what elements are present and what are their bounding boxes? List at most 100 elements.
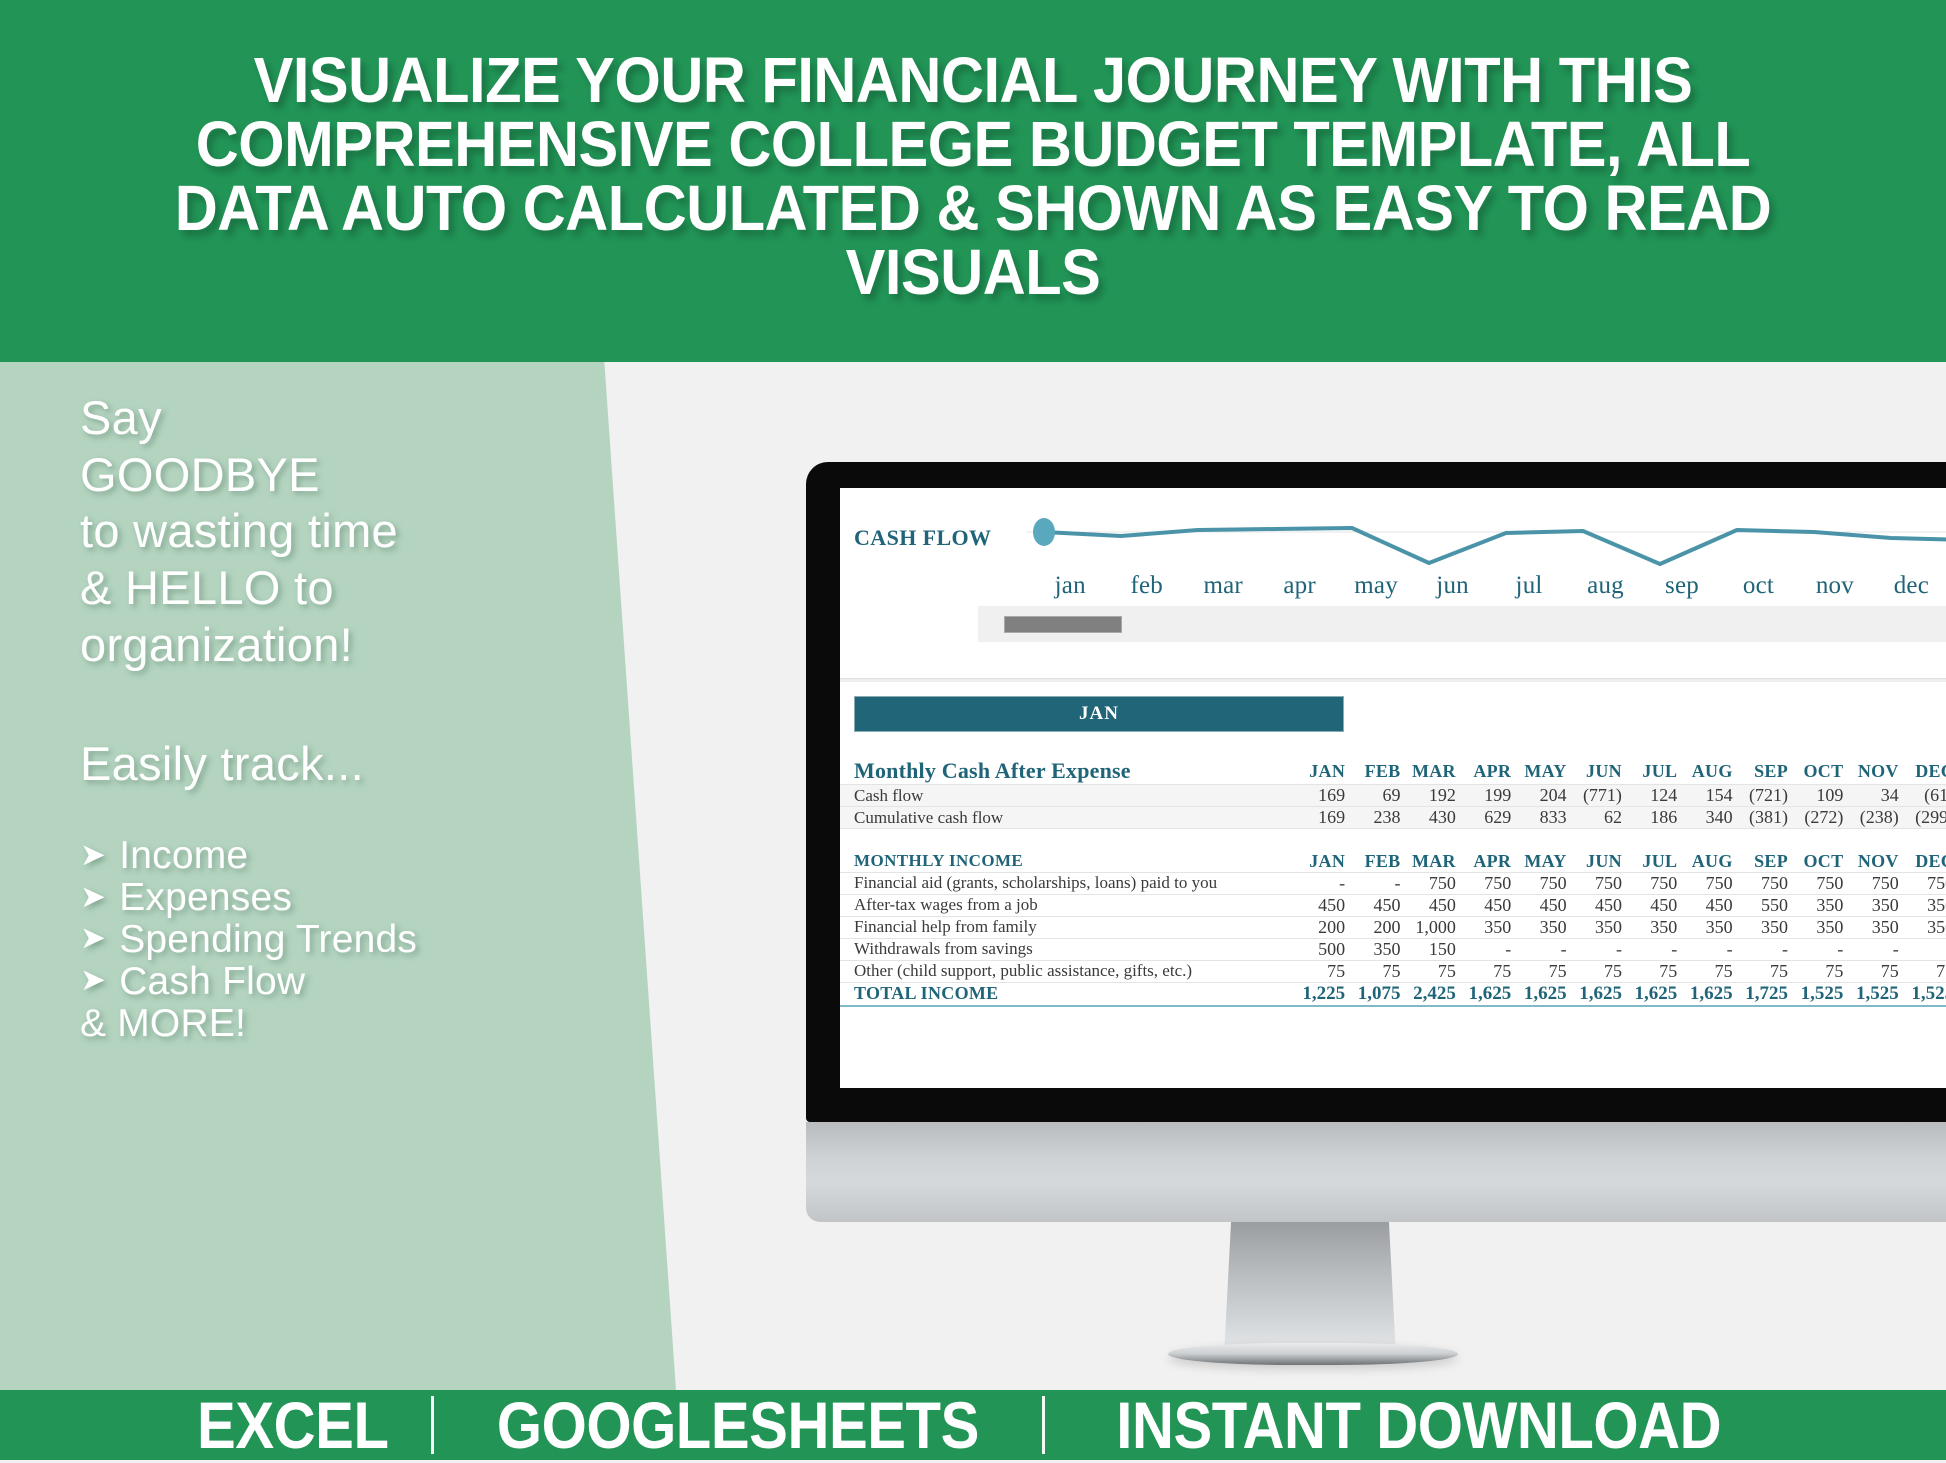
cell: (381) — [1740, 806, 1797, 829]
axis-tick: aug — [1587, 572, 1624, 599]
row-label: Cumulative cash flow — [840, 806, 1298, 829]
cell: 450 — [1574, 893, 1630, 917]
cell: 500 — [1297, 937, 1354, 961]
cell: (299) — [1906, 806, 1946, 829]
headline-line-2: GOODBYE — [80, 447, 320, 501]
table-row: Financial help from family 200 200 1,000… — [840, 915, 1946, 939]
monitor-bezel: CASH FLOW jan feb mar apr may jun jul au… — [806, 462, 1946, 1122]
row-label: Financial help from family — [840, 915, 1298, 939]
cell: - — [1685, 937, 1741, 961]
column-header: JUL — [1642, 850, 1678, 871]
cell: 350 — [1463, 915, 1520, 939]
cell: 1,075 — [1353, 981, 1409, 1007]
column-header: AUG — [1691, 760, 1733, 781]
cell: 750 — [1851, 871, 1907, 895]
cell: 1,525 — [1851, 981, 1907, 1007]
cell: 192 — [1408, 784, 1464, 807]
table-row: After-tax wages from a job 450 450 450 4… — [840, 893, 1946, 917]
monitor-stand-neck — [1224, 1204, 1396, 1356]
cell: 450 — [1519, 893, 1575, 917]
axis-tick: jun — [1436, 572, 1469, 599]
axis-tick: dec — [1893, 572, 1930, 599]
cell: (721) — [1740, 784, 1797, 807]
column-header: OCT — [1803, 850, 1844, 871]
cell: 450 — [1408, 893, 1464, 917]
cash-flow-sparkline: jan feb mar apr may jun jul aug sep oct … — [1026, 506, 1946, 606]
column-header: SEP — [1754, 760, 1789, 781]
cell: 350 — [1906, 915, 1946, 939]
column-header: JAN — [1309, 850, 1346, 871]
column-header: JUN — [1586, 850, 1622, 871]
cell: 750 — [1463, 871, 1520, 895]
cell: 75 — [1906, 959, 1946, 983]
cell: 62 — [1574, 806, 1630, 829]
row-label: After-tax wages from a job — [840, 893, 1298, 917]
axis-tick: mar — [1203, 572, 1243, 599]
table-row: Cash flow 169 69 192 199 204 (771) 124 1… — [840, 784, 1946, 807]
column-header: MAR — [1411, 760, 1456, 781]
cell: 629 — [1463, 806, 1520, 829]
cell: 1,525 — [1796, 981, 1852, 1007]
bottom-banner: EXCEL GOOGLESHEETS INSTANT DOWNLOAD — [0, 1388, 1946, 1462]
arrow-bullet-icon: ➤ — [80, 962, 107, 998]
cash-flow-chart-block: CASH FLOW jan feb mar apr may jun jul au… — [840, 488, 1946, 606]
scrollbar-thumb[interactable] — [1004, 615, 1122, 633]
arrow-bullet-icon: ➤ — [80, 878, 107, 914]
cell: 1,625 — [1629, 981, 1686, 1007]
cell: 75 — [1851, 959, 1907, 983]
cell: 75 — [1408, 959, 1464, 983]
section-title: Monthly Cash After Expense — [854, 758, 1131, 783]
monitor-stand-base — [1168, 1343, 1458, 1365]
row-label: Financial aid (grants, scholarships, loa… — [840, 871, 1298, 895]
headline-line-3: to wasting time — [80, 504, 398, 558]
instant-download-label: INSTANT DOWNLOAD — [1116, 1388, 1722, 1462]
cell: 350 — [1796, 893, 1852, 917]
cell: 1,225 — [1297, 981, 1354, 1007]
cell: - — [1740, 937, 1797, 961]
cell: 1,000 — [1408, 915, 1464, 939]
horizontal-scrollbar[interactable] — [978, 606, 1946, 642]
cell: (61) — [1906, 784, 1946, 807]
list-item-label: Cash Flow — [119, 959, 306, 1003]
list-item-label: Spending Trends — [119, 917, 418, 961]
cell: 1,625 — [1685, 981, 1741, 1007]
cell: 200 — [1353, 915, 1409, 939]
cell: 34 — [1851, 784, 1907, 807]
cell: - — [1574, 937, 1630, 961]
section-header-cash: Monthly Cash After Expense JAN FEB MAR A… — [840, 758, 1946, 785]
cell: 75 — [1740, 959, 1797, 983]
arrow-bullet-icon: ➤ — [80, 836, 107, 872]
cell: 350 — [1796, 915, 1852, 939]
monitor-screen: CASH FLOW jan feb mar apr may jun jul au… — [840, 488, 1946, 1088]
cell: 75 — [1353, 959, 1409, 983]
cell: 204 — [1519, 784, 1575, 807]
cell: 350 — [1629, 915, 1686, 939]
cell: 750 — [1740, 871, 1797, 895]
cell: 69 — [1353, 784, 1409, 807]
sidebar-content: Say GOODBYE to wasting time & HELLO to o… — [0, 357, 620, 1390]
cell: 350 — [1851, 893, 1907, 917]
table-row: Cumulative cash flow 169 238 430 629 833… — [840, 806, 1946, 829]
axis-tick: jul — [1515, 572, 1543, 599]
cell: 550 — [1740, 893, 1797, 917]
cell: 75 — [1796, 959, 1852, 983]
column-header: FEB — [1364, 850, 1401, 871]
column-header: OCT — [1803, 760, 1844, 781]
column-header: AUG — [1691, 850, 1733, 871]
axis-tick: apr — [1283, 572, 1316, 599]
cell: 350 — [1353, 937, 1409, 961]
sheet-gap — [840, 642, 1946, 678]
tab-jan[interactable]: JAN — [854, 696, 1344, 732]
column-header: DEC — [1915, 850, 1946, 871]
row-label: Cash flow — [840, 784, 1298, 807]
row-label: TOTAL INCOME — [840, 981, 1298, 1007]
list-item-label: Income — [119, 834, 249, 878]
cell: 186 — [1629, 806, 1686, 829]
cell: 833 — [1519, 806, 1575, 829]
cell: 199 — [1463, 784, 1520, 807]
list-item: ➤ Cash Flow — [80, 959, 620, 1003]
headline-line-1: Say — [80, 391, 162, 444]
column-header: JUN — [1586, 760, 1622, 781]
cell: - — [1297, 871, 1354, 895]
cell: 75 — [1629, 959, 1686, 983]
